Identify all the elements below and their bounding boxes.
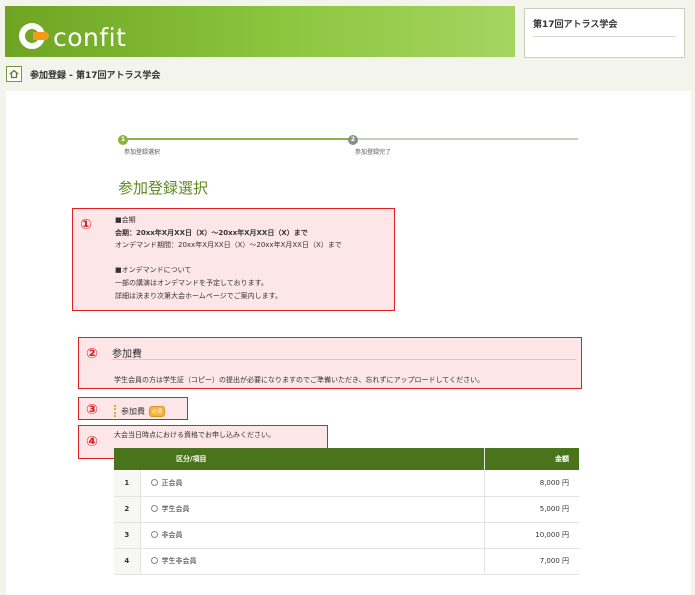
radio-icon[interactable] [150,505,158,512]
annotation-number-3: ③ [86,402,98,418]
required-badge: 必須 [149,405,166,417]
row-amount: 5,000 円 [483,496,579,523]
step-2-label: 参加登録完了 [355,149,392,156]
row-number: 1 [114,470,140,497]
conference-name: 第17回アトラス学会 [533,20,618,30]
radio-icon[interactable] [150,531,158,538]
row-amount: 8,000 円 [483,470,579,497]
header-item: 区分/項目 [140,448,484,470]
fee-section-heading: 参加費 [112,349,142,360]
breadcrumb-text: 参加登録 - 第17回アトラス学会 [30,70,161,81]
breadcrumb: 参加登録 - 第17回アトラス学会 [6,66,160,82]
step-1-dot: 1 [118,135,128,145]
row-item-label: 非会員 [161,531,183,539]
step-1-label: 参加登録選択 [124,149,161,156]
period-heading: ■会期 [115,216,136,224]
apply-note: 大会当日時点における資格でお申し込みください。 [114,431,275,439]
header-amount: 金額 [483,448,579,470]
row-item-label: 正会員 [161,478,183,487]
header-no [114,448,140,470]
label-marker [114,405,116,417]
table-row[interactable]: 2 学生会員 5,000 円 [114,496,579,523]
divider [112,359,576,360]
annotation-box-1: ■会期 会期：20xx年X月XX日（X）～20xx年X月XX日（X）まで オンデ… [72,208,395,311]
row-item[interactable]: 正会員 [139,470,484,497]
row-item[interactable]: 学生非会員 [139,548,484,575]
confit-logo-icon [19,23,49,51]
divider [533,36,676,37]
progress-stepper: 1 参加登録選択 2 参加登録完了 [118,135,578,157]
fee-description: 学生会員の方は学生証（コピー）の提出が必要になりますのでご準備いただき、忘れずに… [114,376,485,384]
period-line1: 会期：20xx年X月XX日（X）～20xx年X月XX日（X）まで [115,229,308,237]
conference-box: 第17回アトラス学会 [524,8,685,58]
period-line2: オンデマンド期間：20xx年X月XX日（X）～20xx年X月XX日（X）まで [115,241,342,249]
fee-table: 区分/項目 金額 1 正会員 8,000 円 2 学生会員 5,000 円 3 … [114,448,579,575]
annotation-number-1: ① [80,217,92,233]
row-number: 4 [114,548,140,575]
table-row[interactable]: 3 非会員 10,000 円 [114,522,579,549]
annotation-number-4: ④ [86,434,98,450]
row-item-label: 学生会員 [161,505,190,513]
table-row[interactable]: 1 正会員 8,000 円 [114,470,579,497]
radio-icon[interactable] [150,557,158,564]
logo-text: confit [53,22,127,52]
ondemand-heading: ■オンデマンドについて [115,266,192,274]
row-amount: 10,000 円 [483,522,579,549]
table-row[interactable]: 4 学生非会員 7,000 円 [114,548,579,575]
ondemand-line2: 詳細は決まり次第大会ホームページでご案内します。 [115,292,282,300]
annotation-number-2: ② [86,346,98,362]
row-item[interactable]: 非会員 [139,522,484,549]
step-track-active [124,138,353,140]
header: confit 第17回アトラス学会 [0,0,695,58]
row-item-label: 学生非会員 [161,557,197,565]
ondemand-line1: 一部の講演はオンデマンドを予定しております。 [115,279,268,287]
home-button[interactable] [6,66,22,82]
row-number: 3 [114,522,140,549]
page-title: 参加登録選択 [118,179,209,197]
brand-banner: confit [5,6,515,57]
row-number: 2 [114,496,140,523]
table-header-row: 区分/項目 金額 [114,448,579,470]
confit-logo[interactable]: confit [19,20,126,54]
step-2-dot: 2 [348,135,358,145]
fee-field-label: 参加費 必須 [114,405,166,417]
home-icon [9,69,19,79]
fee-label-text: 参加費 [121,406,145,416]
row-item[interactable]: 学生会員 [139,496,484,523]
radio-icon[interactable] [150,478,158,486]
row-amount: 7,000 円 [483,548,579,575]
